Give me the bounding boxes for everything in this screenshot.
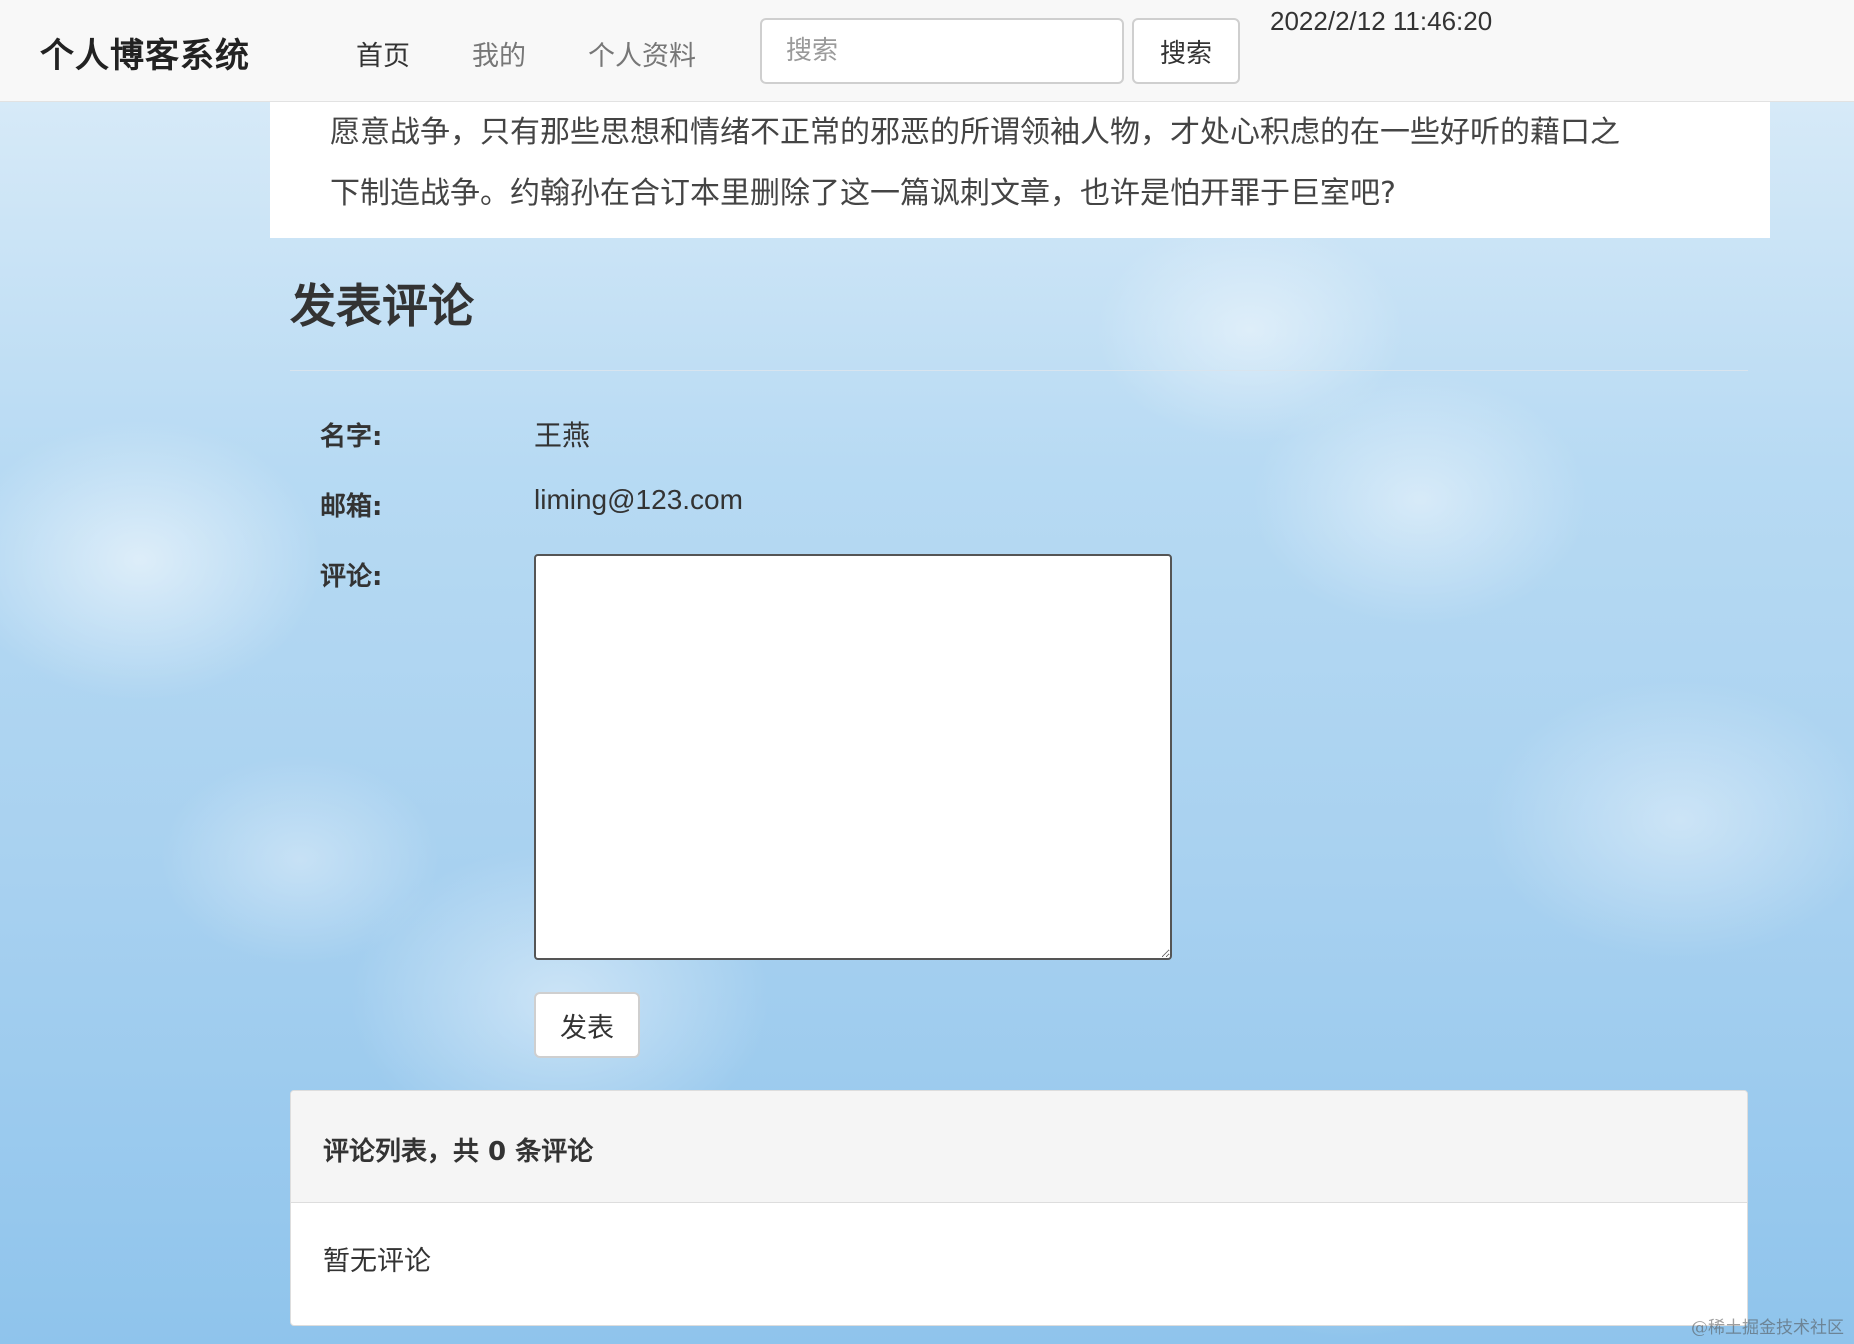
publish-comment-button[interactable]: 发表 (534, 992, 640, 1058)
name-label: 名字: (320, 422, 383, 452)
comment-list-heading: 评论列表，共 0 条评论 (291, 1091, 1747, 1203)
comment-list-empty: 暂无评论 (323, 1246, 431, 1277)
article-line: 下制造战争。约翰孙在合订本里删除了这一篇讽刺文章，也许是怕开罪于巨室吧? (330, 176, 1396, 211)
name-value: 王燕 (534, 420, 591, 451)
top-navbar: 个人博客系统 首页 我的 个人资料 搜索 2022/2/12 11:46:20 (0, 0, 1854, 102)
comment-list-panel: 评论列表，共 0 条评论 暂无评论 (290, 1090, 1748, 1326)
article-line: 愿意战争，只有那些思想和情绪不正常的邪恶的所谓领袖人物，才处心积虑的在一些好听的… (330, 115, 1620, 150)
watermark: @稀土掘金技术社区 (1691, 1318, 1844, 1338)
search-input[interactable] (760, 18, 1124, 84)
section-divider (290, 370, 1748, 371)
current-datetime: 2022/2/12 11:46:20 (1270, 6, 1493, 36)
email-label: 邮箱: (320, 492, 383, 522)
comment-label: 评论: (320, 562, 383, 592)
search-button[interactable]: 搜索 (1132, 18, 1240, 84)
nav-home[interactable]: 首页 (356, 34, 410, 73)
nav-mine[interactable]: 我的 (472, 34, 526, 73)
comment-form-title: 发表评论 (290, 279, 474, 333)
comment-textarea[interactable] (534, 554, 1172, 960)
site-brand[interactable]: 个人博客系统 (40, 28, 250, 77)
nav-profile[interactable]: 个人资料 (588, 34, 696, 73)
email-value: liming@123.com (534, 484, 743, 515)
article-body: 愿意战争，只有那些思想和情绪不正常的邪恶的所谓领袖人物，才处心积虑的在一些好听的… (270, 102, 1770, 238)
